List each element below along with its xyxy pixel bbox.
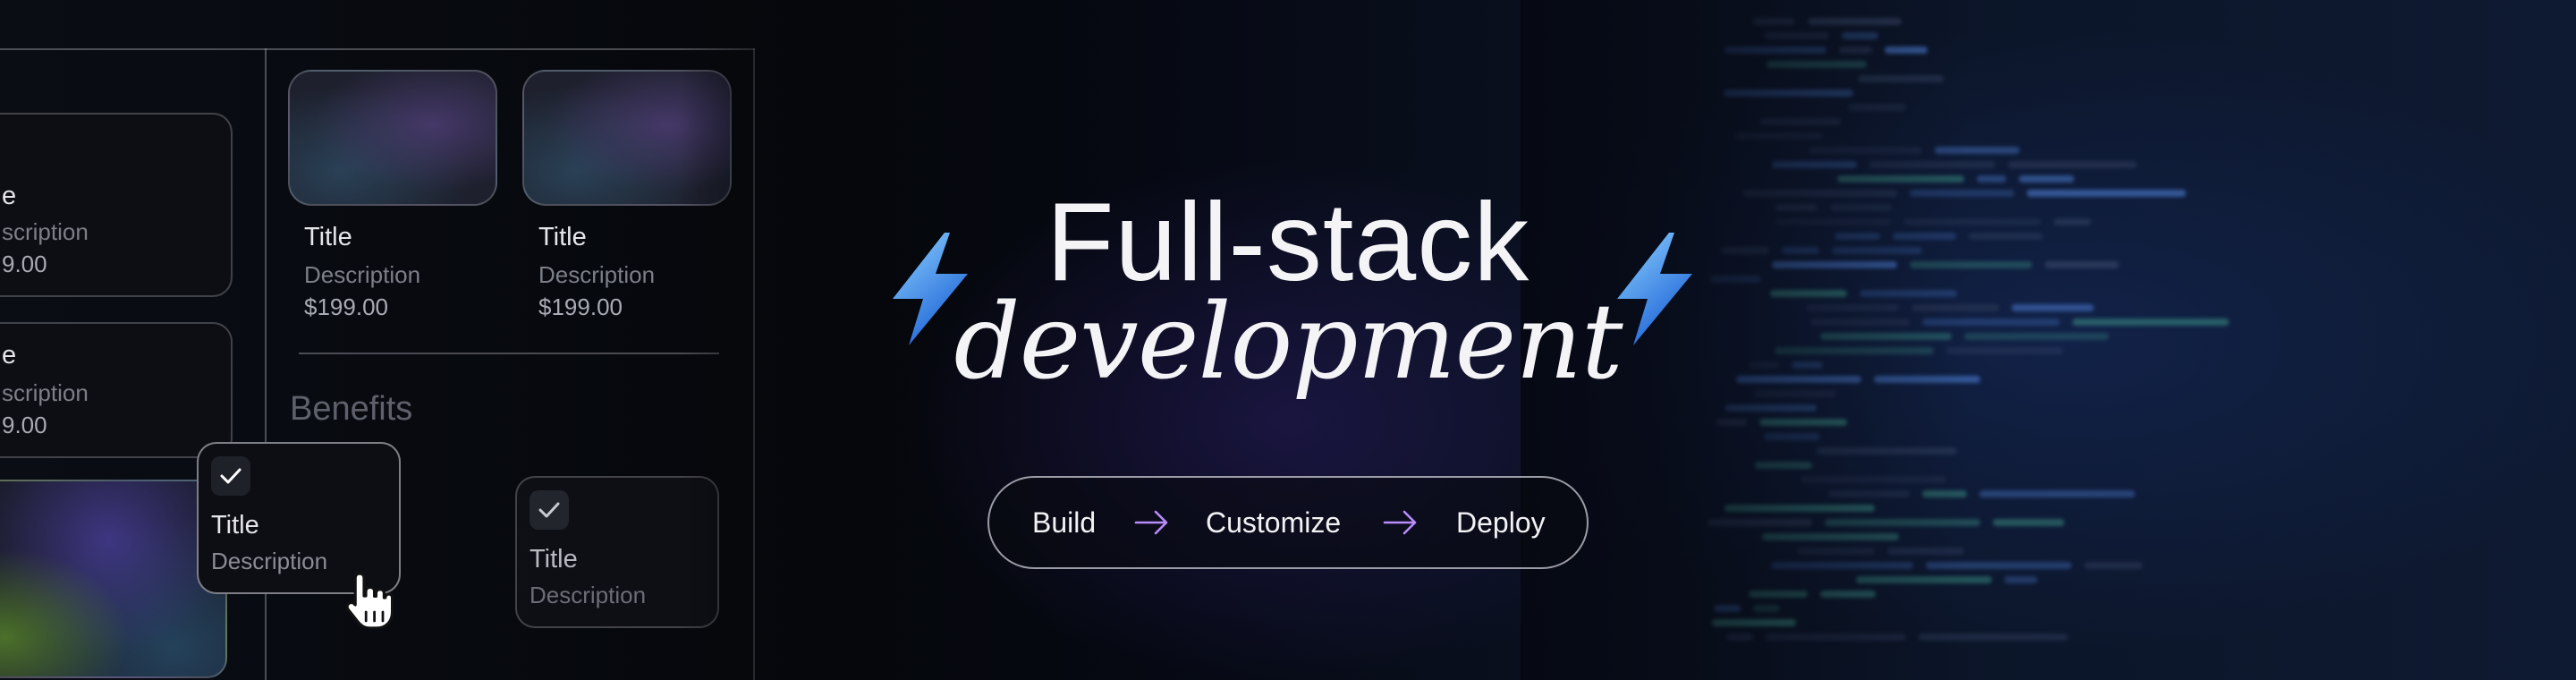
hero-subtitle: development xyxy=(953,282,1623,403)
code-line xyxy=(2019,175,2074,183)
step-build: Build xyxy=(1032,506,1097,539)
card-price: 9.00 xyxy=(2,412,47,438)
code-line xyxy=(1979,490,2135,497)
benefit-title-1: Title xyxy=(211,511,259,540)
checkmark-icon xyxy=(538,502,560,518)
code-line xyxy=(1993,519,2064,526)
mockup-top-border xyxy=(0,48,755,50)
benefit-checkbox-1[interactable] xyxy=(211,456,250,496)
benefit-card-2[interactable]: Title Description xyxy=(515,476,719,628)
code-line xyxy=(1977,175,2006,183)
step-deploy: Deploy xyxy=(1456,506,1546,539)
arrow-right-icon xyxy=(1383,510,1417,535)
step-customize: Customize xyxy=(1206,506,1342,539)
benefit-description-2: Description xyxy=(530,582,647,608)
code-line xyxy=(2008,161,2137,168)
checkmark-icon xyxy=(220,468,242,484)
code-line xyxy=(2084,562,2143,569)
image-card[interactable] xyxy=(0,480,227,678)
benefit-description-1: Description xyxy=(211,548,328,574)
benefit-checkbox-2[interactable] xyxy=(530,490,569,530)
hand-pointer-icon xyxy=(345,572,394,630)
workflow-steps-pill: Build Customize Deploy xyxy=(987,476,1589,569)
code-line xyxy=(2004,576,2038,583)
benefit-title-2: Title xyxy=(530,545,578,574)
arrow-right-icon xyxy=(1134,510,1168,535)
